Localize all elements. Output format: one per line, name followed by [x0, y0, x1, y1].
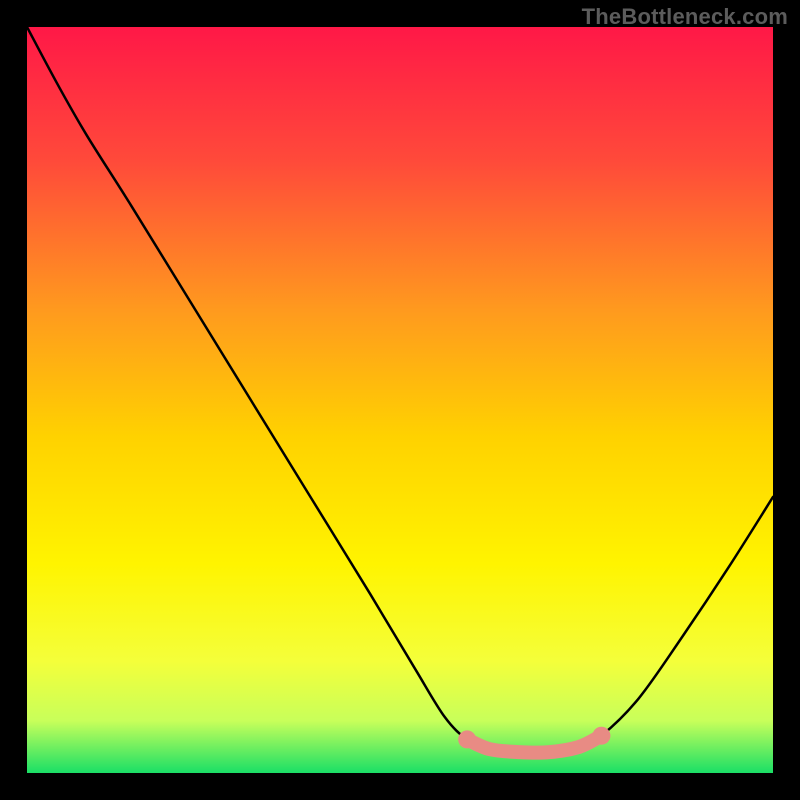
bottleneck-chart [0, 0, 800, 800]
chart-frame: TheBottleneck.com [0, 0, 800, 800]
plot-background [27, 27, 773, 773]
highlight-end-dot [458, 730, 476, 748]
watermark-text: TheBottleneck.com [582, 4, 788, 30]
highlight-end-dot [592, 727, 610, 745]
